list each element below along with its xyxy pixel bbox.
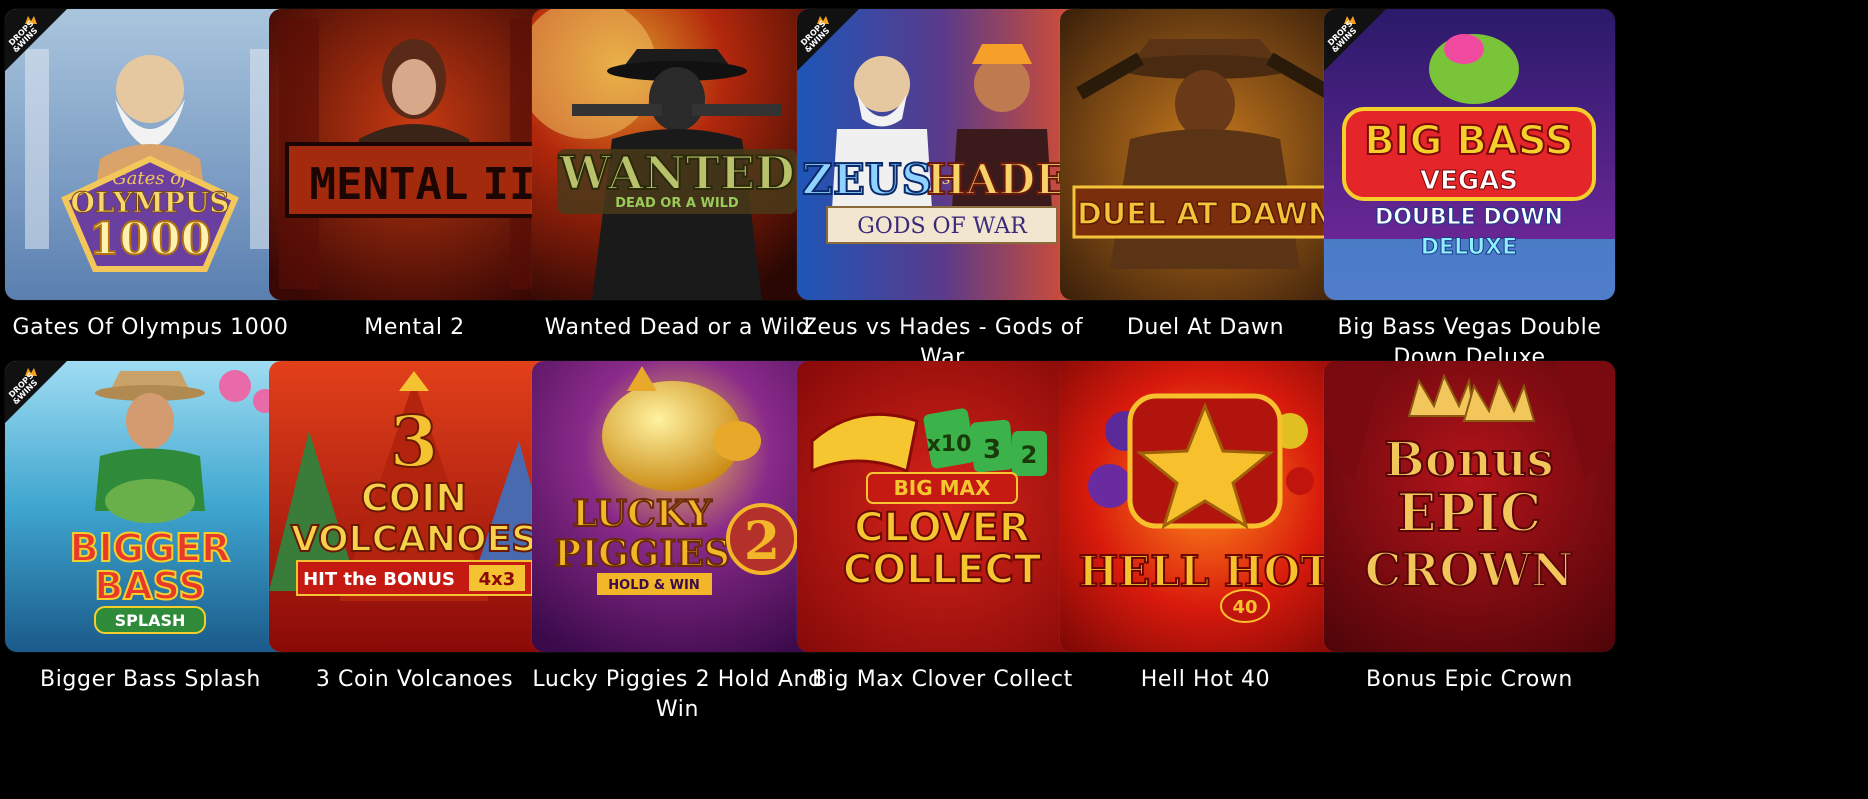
game-card-bigger-bass-splash[interactable]: DROPS &WINS BIGGER BASS SPLASH Bigger Bas… bbox=[5, 361, 296, 695]
game-thumbnail[interactable]: DUEL AT DAWN bbox=[1060, 9, 1351, 300]
game-card-hell-hot-40[interactable]: HELL HOT 40 Hell Hot 40 bbox=[1060, 361, 1351, 695]
game-card-wanted-dead-or-a-wild[interactable]: WANTED DEAD OR A WILD Wanted Dead or a W… bbox=[532, 9, 823, 343]
svg-text:HELL HOT: HELL HOT bbox=[1079, 547, 1332, 596]
svg-text:MENTAL: MENTAL bbox=[310, 159, 469, 210]
volcano-art: 3 COIN VOLCANOES HIT the BONUS 4x3 bbox=[269, 361, 560, 652]
game-card-big-bass-vegas[interactable]: DROPS &WINS BIG BASS VEGAS DOUBLE DOWN DE… bbox=[1324, 9, 1615, 373]
svg-text:GODS OF WAR: GODS OF WAR bbox=[857, 214, 1028, 239]
haunted-girl-art: MENTAL II bbox=[269, 9, 560, 300]
svg-text:3: 3 bbox=[983, 435, 1001, 465]
svg-text:1000: 1000 bbox=[89, 214, 211, 265]
game-card-mental-2[interactable]: MENTAL II Mental 2 bbox=[269, 9, 560, 343]
game-title: Big Max Clover Collect bbox=[812, 667, 1073, 692]
drops-and-wins-badge: DROPS &WINS bbox=[797, 9, 859, 71]
game-thumbnail[interactable]: DROPS &WINS BIG BASS VEGAS DOUBLE DOWN DE… bbox=[1324, 9, 1615, 300]
game-title: Hell Hot 40 bbox=[1140, 667, 1271, 692]
game-card-zeus-vs-hades[interactable]: DROPS &WINS ZEUS vs HADES GODS OF WAR Zeu… bbox=[797, 9, 1088, 373]
game-thumbnail[interactable]: Bonus EPIC CROWN bbox=[1324, 361, 1615, 652]
game-grid: DROPS &WINS Gates of OLYMPUS 1000 Gates O… bbox=[0, 0, 1868, 799]
game-card-bonus-epic-crown[interactable]: Bonus EPIC CROWN Bonus Epic Crown bbox=[1324, 361, 1615, 695]
svg-text:x10: x10 bbox=[927, 432, 972, 457]
game-card-lucky-piggies-2[interactable]: LUCKY PIGGIES 2 HOLD & WIN Lucky Piggies… bbox=[532, 361, 823, 725]
game-card-big-max-clover-collect[interactable]: x10 3 2 BIG MAX CLOVER COLLECT Big Max C… bbox=[797, 361, 1088, 695]
svg-text:Bonus: Bonus bbox=[1384, 432, 1553, 488]
svg-text:HIT the BONUS: HIT the BONUS bbox=[303, 569, 455, 590]
game-thumbnail[interactable]: WANTED DEAD OR A WILD bbox=[532, 9, 823, 300]
svg-text:DELUXE: DELUXE bbox=[1421, 235, 1517, 260]
svg-text:HOLD & WIN: HOLD & WIN bbox=[608, 578, 699, 593]
svg-text:DEAD OR A WILD: DEAD OR A WILD bbox=[615, 196, 739, 211]
game-thumbnail[interactable]: 3 COIN VOLCANOES HIT the BONUS 4x3 bbox=[269, 361, 560, 652]
svg-text:DUEL AT DAWN: DUEL AT DAWN bbox=[1077, 197, 1333, 232]
svg-text:PIGGIES: PIGGIES bbox=[554, 533, 730, 575]
crown-art: Bonus EPIC CROWN bbox=[1324, 361, 1615, 652]
drops-and-wins-icon: DROPS&WINS bbox=[5, 361, 67, 423]
svg-text:2: 2 bbox=[1021, 441, 1038, 469]
gunslinger-silhouette-art: DUEL AT DAWN bbox=[1060, 9, 1351, 300]
star-art: HELL HOT 40 bbox=[1060, 361, 1351, 652]
svg-text:CLOVER: CLOVER bbox=[854, 505, 1029, 551]
svg-text:II: II bbox=[483, 159, 536, 210]
svg-text:SPLASH: SPLASH bbox=[115, 611, 186, 630]
svg-text:3: 3 bbox=[390, 400, 439, 483]
svg-text:COIN: COIN bbox=[361, 476, 467, 520]
game-title: 3 Coin Volcanoes bbox=[315, 667, 514, 692]
svg-text:CROWN: CROWN bbox=[1365, 543, 1574, 597]
svg-text:VOLCANOES: VOLCANOES bbox=[291, 519, 537, 560]
svg-text:WANTED: WANTED bbox=[558, 146, 795, 200]
svg-text:BASS: BASS bbox=[94, 564, 205, 608]
game-thumbnail[interactable]: MENTAL II bbox=[269, 9, 560, 300]
game-title: Bonus Epic Crown bbox=[1366, 667, 1573, 692]
svg-text:COLLECT: COLLECT bbox=[843, 547, 1042, 593]
drops-and-wins-icon: DROPS&WINS bbox=[1324, 9, 1386, 71]
cowboy-gunslinger-art: WANTED DEAD OR A WILD bbox=[532, 9, 823, 300]
svg-text:BIG MAX: BIG MAX bbox=[894, 476, 991, 500]
drops-and-wins-badge: DROPS &WINS bbox=[1324, 9, 1386, 71]
game-title: Duel At Dawn bbox=[1126, 315, 1285, 340]
game-thumbnail[interactable]: DROPS &WINS Gates of OLYMPUS 1000 bbox=[5, 9, 296, 300]
golden-pig-art: LUCKY PIGGIES 2 HOLD & WIN bbox=[532, 361, 823, 652]
svg-text:VEGAS: VEGAS bbox=[1420, 166, 1518, 196]
game-title: Wanted Dead or a Wild bbox=[544, 315, 811, 340]
game-card-gates-of-olympus-1000[interactable]: DROPS &WINS Gates of OLYMPUS 1000 Gates O… bbox=[5, 9, 296, 343]
svg-text:ZEUS: ZEUS bbox=[802, 155, 932, 204]
game-card-duel-at-dawn[interactable]: DUEL AT DAWN Duel At Dawn bbox=[1060, 9, 1351, 343]
game-thumbnail[interactable]: x10 3 2 BIG MAX CLOVER COLLECT bbox=[797, 361, 1088, 652]
game-thumbnail[interactable]: LUCKY PIGGIES 2 HOLD & WIN bbox=[532, 361, 823, 652]
game-thumbnail[interactable]: DROPS &WINS ZEUS vs HADES GODS OF WAR bbox=[797, 9, 1088, 300]
svg-text:DOUBLE DOWN: DOUBLE DOWN bbox=[1375, 205, 1563, 230]
game-title: Bigger Bass Splash bbox=[40, 667, 261, 692]
game-thumbnail[interactable]: DROPS &WINS BIGGER BASS SPLASH bbox=[5, 361, 296, 652]
game-thumbnail[interactable]: HELL HOT 40 bbox=[1060, 361, 1351, 652]
svg-text:2: 2 bbox=[744, 511, 780, 572]
svg-text:LUCKY: LUCKY bbox=[572, 493, 713, 535]
game-title: Mental 2 bbox=[364, 315, 465, 340]
clover-art: x10 3 2 BIG MAX CLOVER COLLECT bbox=[797, 361, 1088, 652]
drops-and-wins-badge: DROPS &WINS bbox=[5, 9, 67, 71]
drops-and-wins-icon: DROPS&WINS bbox=[5, 9, 67, 71]
game-title: Lucky Piggies 2 Hold And Win bbox=[532, 667, 823, 722]
svg-text:EPIC: EPIC bbox=[1397, 483, 1541, 544]
svg-text:40: 40 bbox=[1232, 597, 1257, 618]
game-card-3-coin-volcanoes[interactable]: 3 COIN VOLCANOES HIT the BONUS 4x3 3 Coi… bbox=[269, 361, 560, 695]
svg-text:BIG BASS: BIG BASS bbox=[1364, 118, 1573, 164]
drops-and-wins-icon: DROPS&WINS bbox=[797, 9, 859, 71]
drops-and-wins-badge: DROPS &WINS bbox=[5, 361, 67, 423]
svg-text:4x3: 4x3 bbox=[479, 569, 516, 590]
game-title: Gates Of Olympus 1000 bbox=[12, 315, 289, 340]
